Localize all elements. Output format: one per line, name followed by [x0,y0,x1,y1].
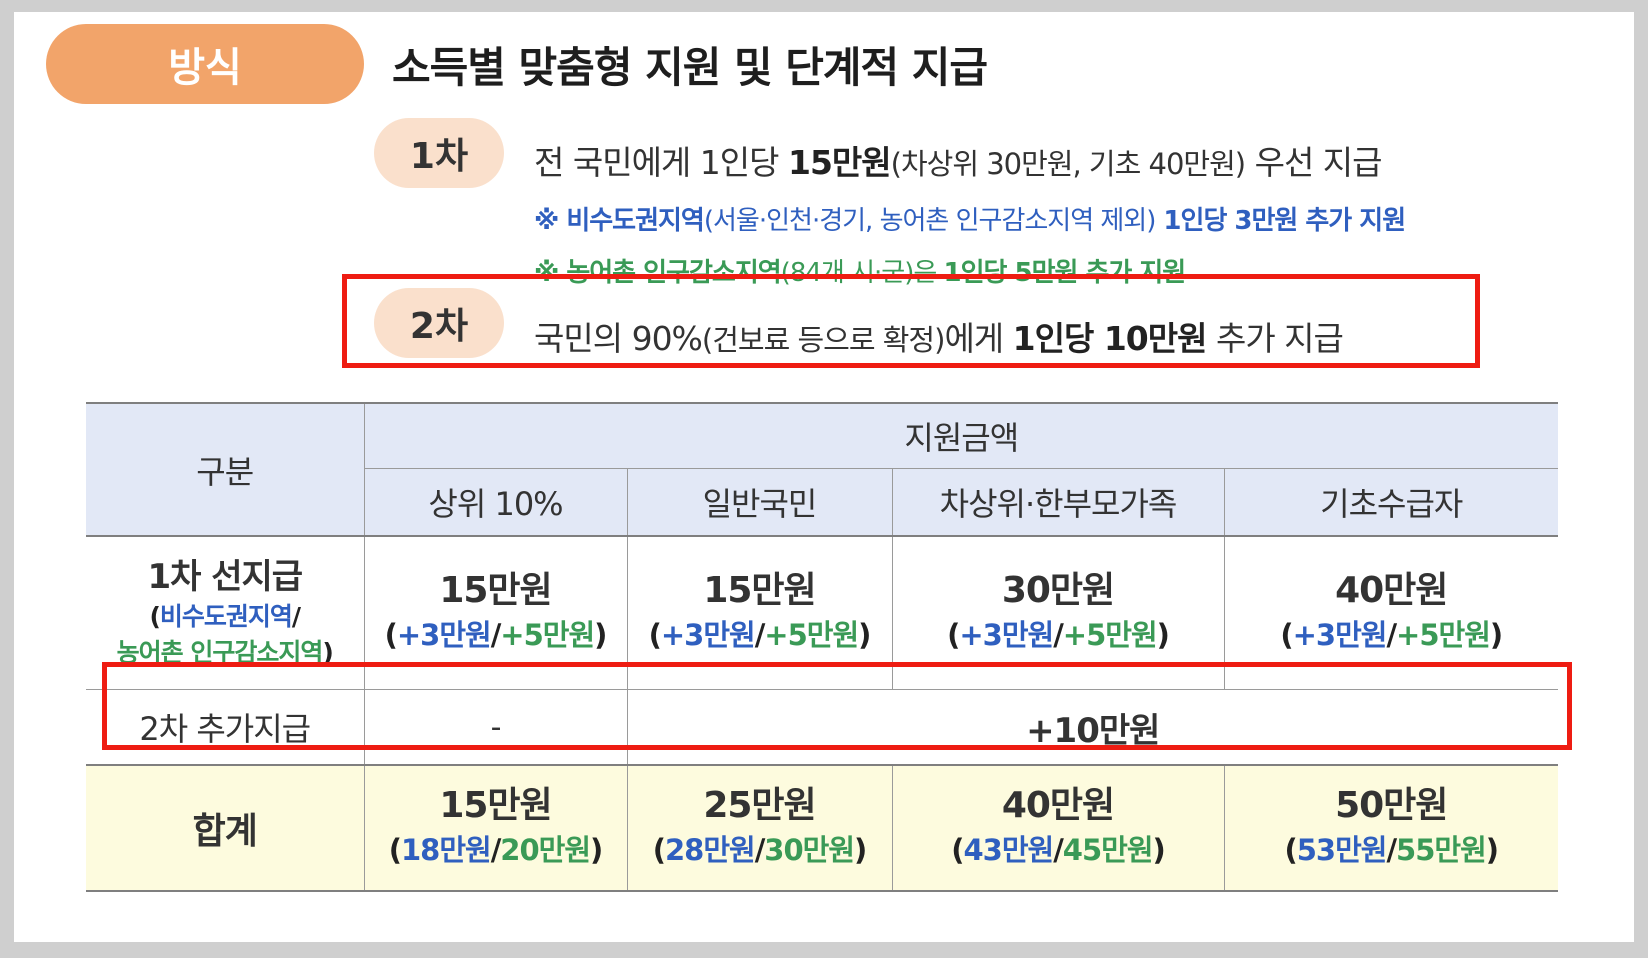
stage1-pill: 1차 [374,118,504,188]
note-blue-b: (서울·인천·경기, 농어촌 인구감소지역 제외) [703,206,1157,236]
paren-close: ) [854,833,867,867]
total-blue: 43만원 [963,833,1054,867]
row3-cell-3: 40만원 (43만원/45만원) [891,764,1225,892]
paren-open: ( [648,618,662,652]
row3-extra-2: (28만원/30만원) [628,828,892,872]
total-green: 55만원 [1396,833,1487,867]
extra-green: +5만원 [764,618,859,652]
row3-cell-1: 15만원 (18만원/20만원) [363,764,628,892]
row2-highlight-box [102,662,1572,750]
row3-amount-1: 15만원 [439,785,552,826]
stage1-text-c: (차상위 30만원, 기초 40만원) [890,147,1246,181]
slash: / [1386,833,1397,867]
slash: / [1053,833,1064,867]
total-blue: 18만원 [400,833,492,867]
row1-slash: / [291,602,301,631]
stage1-description: 전 국민에게 1인당 15만원(차상위 30만원, 기초 40만원) 우선 지급 [534,136,1383,184]
slide-canvas: 방식 소득별 맞춤형 지원 및 단계적 지급 1차 전 국민에게 1인당 15만… [14,12,1634,942]
row3-cell-2: 25만원 (28만원/30만원) [626,764,893,892]
row1-label: 1차 선지급 [147,557,303,597]
stage2-pill: 2차 [374,288,504,358]
main-title: 소득별 맞춤형 지원 및 단계적 지급 [392,43,988,92]
row1-extra-1: (+3만원/+5만원) [365,613,627,657]
stage2-amount: 1인당 10만원 [1012,319,1208,358]
paren-close: ) [858,618,871,652]
paren-close: ) [1485,833,1499,867]
stage2-text-a: 국민의 90% [534,319,703,358]
total-blue: 53만원 [1296,833,1388,867]
row1-amount-2: 15만원 [703,570,816,611]
slash: / [1053,618,1064,652]
slash: / [490,618,502,652]
row1-amount-3: 30만원 [1001,570,1115,611]
paren-open: ( [652,833,666,867]
row3-amount-2: 25만원 [703,785,816,826]
row3-extra-3: (43만원/45만원) [893,828,1224,872]
row3-extra-4: (53만원/55만원) [1225,828,1559,872]
row1-label-blue: 비수도권지역 [159,602,293,631]
paren-open: ( [1284,833,1297,867]
stage2-description: 국민의 90%(건보료 등으로 확정)에게 1인당 10만원 추가 지급 [534,312,1344,360]
paren-close: ) [1156,618,1170,652]
header-col-basic: 기초수급자 [1223,468,1559,536]
paren-open: ( [388,833,402,867]
stage1-text-a: 전 국민에게 1인당 [534,143,788,182]
paren-open: ( [951,833,964,867]
total-green: 45만원 [1062,833,1154,867]
stage2-text-c: 에게 [944,319,1013,358]
extra-green: +5만원 [500,618,595,652]
row3-amount-4: 50만원 [1335,785,1448,826]
paren-open: ( [1280,618,1293,652]
support-table: 구분 지원금액 상위 10% 일반국민 차상위·한부모가족 기초수급자 1차 선… [86,402,1559,892]
stage2-text-e: 추가 지급 [1206,319,1344,358]
stage1-note-blue: ※ 비수도권지역(서울·인천·경기, 농어촌 인구감소지역 제외) 1인당 3만… [534,200,1406,237]
stage2-text-b: (건보료 등으로 확정) [701,323,946,357]
row1-label-sub1: (비수도권지역/ [86,599,364,635]
slash: / [490,833,502,867]
extra-green: +5만원 [1396,618,1491,652]
extra-blue: +3만원 [660,618,756,652]
row3-extra-1: (18만원/20만원) [365,828,627,872]
note-blue-a: ※ 비수도권지역 [534,206,705,236]
extra-blue: +3만원 [1292,618,1388,652]
stage1-label: 1차 [409,136,469,177]
row1-amount-1: 15만원 [439,570,552,611]
method-label: 방식 [168,45,242,91]
paren-close: ) [590,833,603,867]
table-row-total: 합계 15만원 (18만원/20만원) 25만원 (28만원/30만원) 40만원(… [86,764,1559,892]
row1-paren-open: ( [149,602,160,631]
row1-amount-4: 40만원 [1335,570,1448,611]
stage1-text-d: 우선 지급 [1245,143,1383,182]
total-green: 30만원 [764,833,855,867]
header-col-general: 일반국민 [626,468,893,536]
slash: / [1386,618,1397,652]
paren-open: ( [384,618,398,652]
total-blue: 28만원 [664,833,756,867]
slash: / [754,833,766,867]
row3-amount-3: 40만원 [1001,785,1115,826]
stage2-label: 2차 [409,306,469,347]
extra-blue: +3만원 [396,618,492,652]
total-green: 20만원 [500,833,591,867]
header-group: 지원금액 [363,402,1559,469]
header-category: 구분 [86,402,365,536]
slash: / [754,618,766,652]
paren-close: ) [1489,618,1503,652]
method-pill: 방식 [46,24,364,104]
row1-extra-4: (+3만원/+5만원) [1225,613,1559,657]
paren-open: ( [947,618,960,652]
extra-green: +5만원 [1062,618,1158,652]
paren-close: ) [594,618,607,652]
header-col-low-income: 차상위·한부모가족 [891,468,1225,536]
row1-extra-3: (+3만원/+5만원) [893,613,1224,657]
stage1-amount: 15만원 [788,143,892,182]
extra-blue: +3만원 [959,618,1054,652]
row1-extra-2: (+3만원/+5만원) [628,613,892,657]
row3-cell-4: 50만원 (53만원/55만원) [1223,764,1559,892]
table-header-row: 구분 지원금액 [86,402,1559,536]
note-blue-c: 1인당 3만원 추가 지원 [1155,206,1406,236]
row3-label: 합계 [86,764,365,892]
header-col-top10: 상위 10% [364,468,628,536]
paren-close: ) [1152,833,1166,867]
